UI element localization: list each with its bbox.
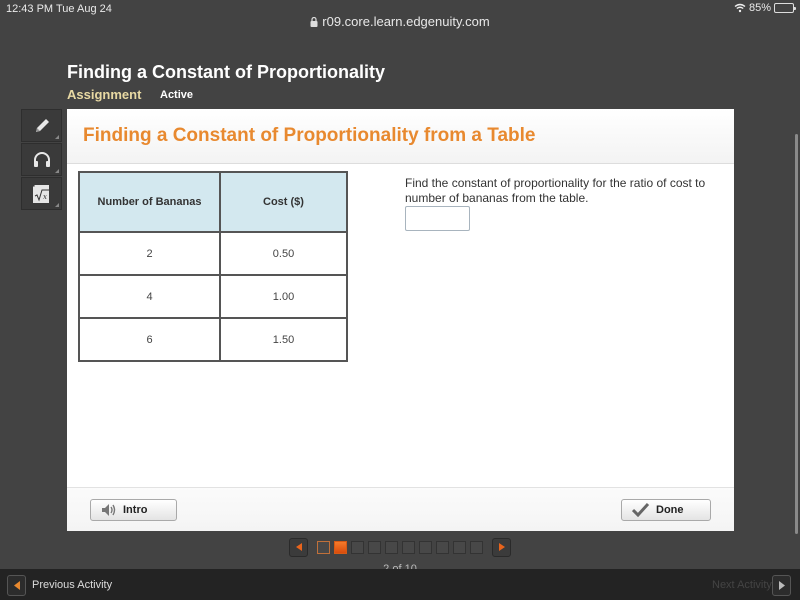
pager-page-10[interactable] [470, 540, 483, 554]
page-scrollbar[interactable] [795, 134, 798, 534]
arrow-left-icon [13, 581, 20, 590]
intro-button[interactable]: Intro [90, 499, 177, 521]
page-title: Finding a Constant of Proportionality [67, 62, 385, 82]
previous-activity-label[interactable]: Previous Activity [32, 579, 112, 591]
panel-header: Finding a Constant of Proportionality fr… [67, 109, 734, 164]
table-cell: 1.50 [219, 317, 348, 362]
pager-page-3[interactable] [351, 540, 364, 554]
pager-pages [317, 540, 483, 554]
table-cell: 6 [78, 317, 221, 362]
pager-page-9[interactable] [453, 540, 466, 554]
pager-next-button[interactable] [492, 537, 511, 557]
panel-footer: Intro Done [67, 487, 734, 531]
arrow-right-icon [778, 581, 785, 590]
table-header-row: Number of Bananas Cost ($) [78, 171, 348, 233]
page-navigator [289, 537, 511, 557]
url-bar[interactable]: r09.core.learn.edgenuity.com [0, 14, 800, 34]
question-text: Find the constant of proportionality for… [405, 176, 706, 205]
previous-activity-button[interactable] [7, 575, 26, 596]
pager-prev-button[interactable] [289, 537, 308, 557]
pager-page-1[interactable] [317, 540, 330, 554]
pencil-icon [35, 118, 49, 132]
data-table: Number of Bananas Cost ($) 2 0.50 4 1.00… [78, 171, 348, 362]
assignment-label: Assignment [67, 87, 142, 102]
next-activity-label: Next Activity [712, 579, 772, 591]
done-button[interactable]: Done [621, 499, 711, 521]
speaker-icon [102, 504, 116, 516]
pager-page-5[interactable] [385, 540, 398, 554]
answer-input[interactable] [405, 206, 470, 231]
formula-tool-button[interactable]: x [21, 177, 62, 210]
headphones-icon [33, 151, 50, 167]
table-row: 2 0.50 [78, 231, 348, 276]
table-row: 4 1.00 [78, 274, 348, 319]
status-label: Active [160, 89, 194, 101]
audio-tool-button[interactable] [21, 143, 62, 176]
url-text: r09.core.learn.edgenuity.com [322, 14, 490, 29]
table-row: 6 1.50 [78, 317, 348, 362]
battery-percent: 85% [748, 2, 771, 14]
pager-page-8[interactable] [436, 540, 449, 554]
pager-page-2[interactable] [334, 540, 347, 554]
activity-nav-bar: Previous Activity Next Activity [0, 569, 800, 600]
pencil-tool-button[interactable] [21, 109, 62, 142]
arrow-right-icon [498, 543, 505, 551]
status-indicators: 85% [734, 2, 796, 14]
intro-label: Intro [123, 504, 148, 516]
table-cell: 2 [78, 231, 221, 276]
arrow-left-icon [295, 543, 302, 551]
pager-page-6[interactable] [402, 540, 415, 554]
column-header-cost: Cost ($) [219, 171, 348, 233]
activity-title: Finding a Constant of Proportionality fr… [83, 125, 536, 146]
svg-text:x: x [43, 193, 47, 201]
wifi-icon [734, 3, 746, 13]
battery-icon [774, 3, 796, 13]
done-label: Done [656, 504, 684, 516]
checkmark-icon [632, 503, 650, 517]
pager-page-4[interactable] [368, 540, 381, 554]
lock-icon [310, 17, 318, 27]
table-cell: 4 [78, 274, 221, 319]
pager-page-7[interactable] [419, 540, 432, 554]
activity-panel: Finding a Constant of Proportionality fr… [67, 109, 734, 531]
formula-icon: x [32, 184, 49, 203]
column-header-bananas: Number of Bananas [78, 171, 221, 233]
table-cell: 1.00 [219, 274, 348, 319]
table-cell: 0.50 [219, 231, 348, 276]
next-activity-button[interactable] [772, 575, 791, 596]
